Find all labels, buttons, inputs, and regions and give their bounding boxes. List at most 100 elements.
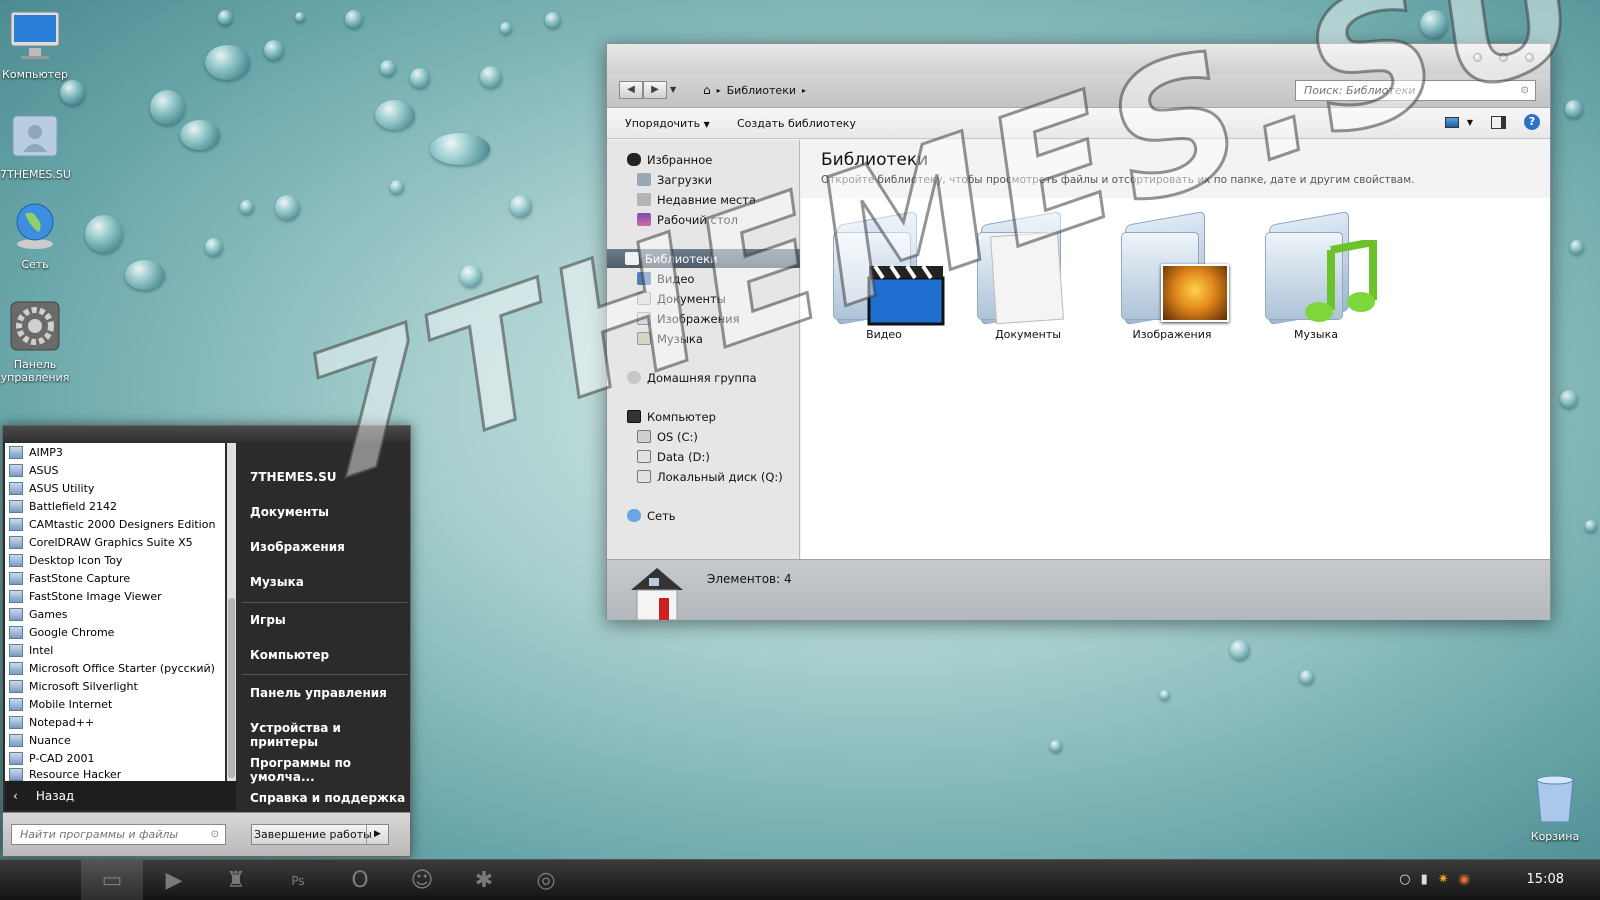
- breadcrumb-item[interactable]: Библиотеки: [727, 84, 796, 97]
- sparkle-tray-icon[interactable]: ✷: [1438, 872, 1449, 887]
- link-games[interactable]: Игры: [250, 613, 286, 627]
- desktop-icon-computer[interactable]: Компьютер: [0, 8, 70, 81]
- close-button[interactable]: [1525, 53, 1534, 62]
- link-devices-printers[interactable]: Устройства и принтеры: [250, 721, 407, 749]
- program-item[interactable]: FastStone Image Viewer: [9, 587, 162, 605]
- desktop-icon-user-folder[interactable]: 7THEMES.SU: [0, 108, 71, 181]
- nav-drive-d[interactable]: Data (D:): [637, 447, 710, 466]
- programs-scrollbar[interactable]: [227, 443, 236, 781]
- explorer-icon[interactable]: ▭: [81, 860, 143, 900]
- program-item[interactable]: CorelDRAW Graphics Suite X5: [9, 533, 193, 551]
- library-documents[interactable]: Документы: [963, 210, 1093, 341]
- desktop-icon-control-panel[interactable]: Панель управления: [0, 298, 70, 384]
- link-control-panel[interactable]: Панель управления: [250, 686, 387, 700]
- breadcrumb[interactable]: ⌂ ▸ Библиотеки ▸: [703, 83, 806, 97]
- history-dropdown-icon[interactable]: ▼: [670, 81, 676, 99]
- winamp-icon[interactable]: ♜: [205, 866, 267, 896]
- program-item[interactable]: ASUS: [9, 461, 59, 479]
- program-item[interactable]: AIMP3: [9, 443, 63, 461]
- program-item[interactable]: Resource Hacker: [9, 767, 121, 781]
- nav-label: Загрузки: [657, 172, 713, 187]
- help-icon[interactable]: ?: [1524, 114, 1540, 130]
- link-user-folder[interactable]: 7THEMES.SU: [250, 470, 337, 484]
- program-item[interactable]: ASUS Utility: [9, 479, 94, 497]
- program-item[interactable]: Notepad++: [9, 713, 94, 731]
- library-video[interactable]: Видео: [819, 210, 949, 341]
- desktop-icon-recycle-bin[interactable]: Корзина: [1520, 770, 1590, 843]
- nav-drive-c[interactable]: OS (C:): [637, 427, 698, 446]
- program-item[interactable]: Desktop Icon Toy: [9, 551, 122, 569]
- search-field[interactable]: ⊙: [1295, 80, 1536, 101]
- status-circle-icon[interactable]: ○: [1399, 872, 1410, 887]
- start-search-field[interactable]: ⊙: [11, 824, 226, 845]
- desktop-icon-network[interactable]: Сеть: [0, 198, 70, 271]
- nav-music[interactable]: Музыка: [637, 329, 703, 348]
- minimize-button[interactable]: [1473, 53, 1482, 62]
- nav-desktop[interactable]: Рабочий стол: [637, 210, 738, 229]
- program-folder-icon: [9, 445, 23, 459]
- program-item[interactable]: Microsoft Silverlight: [9, 677, 138, 695]
- link-computer[interactable]: Компьютер: [250, 648, 329, 662]
- forward-button[interactable]: ▶: [643, 81, 667, 99]
- program-item[interactable]: Microsoft Office Starter (русский): [9, 659, 215, 677]
- program-item[interactable]: Battlefield 2142: [9, 497, 117, 515]
- nav-libraries[interactable]: Библиотеки: [607, 249, 800, 268]
- program-item[interactable]: Mobile Internet: [9, 695, 112, 713]
- nav-homegroup[interactable]: Домашняя группа: [627, 368, 757, 387]
- taskbar: ▭ ▶ ♜ Ps O ☺ ✱ ◎ ○ ▮ ✷ ◉ 15:08: [0, 859, 1600, 900]
- nav-label: Избранное: [647, 152, 713, 167]
- link-documents[interactable]: Документы: [250, 505, 329, 519]
- program-item[interactable]: P-CAD 2001: [9, 749, 95, 767]
- program-item[interactable]: Nuance: [9, 731, 71, 749]
- link-help-support[interactable]: Справка и поддержка: [250, 791, 405, 805]
- program-label: Intel: [29, 643, 54, 657]
- mac-icon[interactable]: ☺: [391, 866, 453, 896]
- opera-icon[interactable]: O: [329, 866, 391, 896]
- network-tray-icon[interactable]: ▮: [1421, 872, 1428, 887]
- explorer-window[interactable]: ◀ ▶ ▼ ⌂ ▸ Библиотеки ▸ ⊙ Упорядочить ▼ С…: [606, 43, 1551, 621]
- link-pictures[interactable]: Изображения: [250, 540, 345, 554]
- volume-tray-icon[interactable]: ◉: [1459, 872, 1470, 887]
- media-player-icon[interactable]: ▶: [143, 866, 205, 896]
- search-icon: ⊙: [210, 829, 219, 840]
- nav-drive-q[interactable]: Локальный диск (Q:): [637, 467, 783, 486]
- maximize-button[interactable]: [1499, 53, 1508, 62]
- shutdown-options-icon[interactable]: ▶: [366, 825, 388, 844]
- create-library-button[interactable]: Создать библиотеку: [737, 117, 856, 130]
- organize-button[interactable]: Упорядочить ▼: [625, 117, 710, 130]
- back-button[interactable]: ◀: [619, 81, 643, 99]
- program-item[interactable]: Intel: [9, 641, 53, 659]
- clock[interactable]: 15:08: [1527, 872, 1564, 887]
- back-button[interactable]: ‹ Назад: [5, 781, 236, 810]
- chrome-icon[interactable]: ◎: [515, 866, 577, 896]
- link-music[interactable]: Музыка: [250, 575, 304, 589]
- program-item[interactable]: Games: [9, 605, 67, 623]
- nav-documents[interactable]: Документы: [637, 289, 726, 308]
- program-item[interactable]: FastStone Capture: [9, 569, 130, 587]
- search-input[interactable]: [1304, 84, 1504, 97]
- library-pictures[interactable]: Изображения: [1107, 210, 1237, 341]
- nav-downloads[interactable]: Загрузки: [637, 170, 712, 189]
- scrollbar-thumb[interactable]: [228, 598, 235, 778]
- asterisk-icon[interactable]: ✱: [453, 866, 515, 896]
- start-search-input[interactable]: [20, 828, 200, 841]
- link-default-programs[interactable]: Программы по умолча...: [250, 756, 407, 784]
- program-item[interactable]: CAMtastic 2000 Designers Edition: [9, 515, 215, 533]
- nav-favorites[interactable]: Избранное: [627, 150, 712, 169]
- program-folder-icon: [9, 463, 23, 477]
- preview-pane-icon[interactable]: [1491, 115, 1506, 129]
- library-music[interactable]: Музыка: [1251, 210, 1381, 341]
- title-bar[interactable]: [607, 44, 1550, 74]
- apple-icon[interactable]: [0, 866, 62, 896]
- program-folder-icon: [9, 715, 23, 729]
- nav-network[interactable]: Сеть: [627, 506, 676, 525]
- nav-pictures[interactable]: Изображения: [637, 309, 740, 328]
- photoshop-icon[interactable]: Ps: [267, 866, 329, 896]
- program-label: ASUS: [29, 463, 59, 477]
- nav-video[interactable]: Видео: [637, 269, 694, 288]
- nav-recent-places[interactable]: Недавние места: [637, 190, 756, 209]
- shutdown-button[interactable]: Завершение работы ▶: [251, 824, 389, 845]
- program-item[interactable]: Google Chrome: [9, 623, 114, 641]
- view-options-icon[interactable]: ▼: [1444, 116, 1473, 128]
- nav-computer[interactable]: Компьютер: [627, 407, 716, 426]
